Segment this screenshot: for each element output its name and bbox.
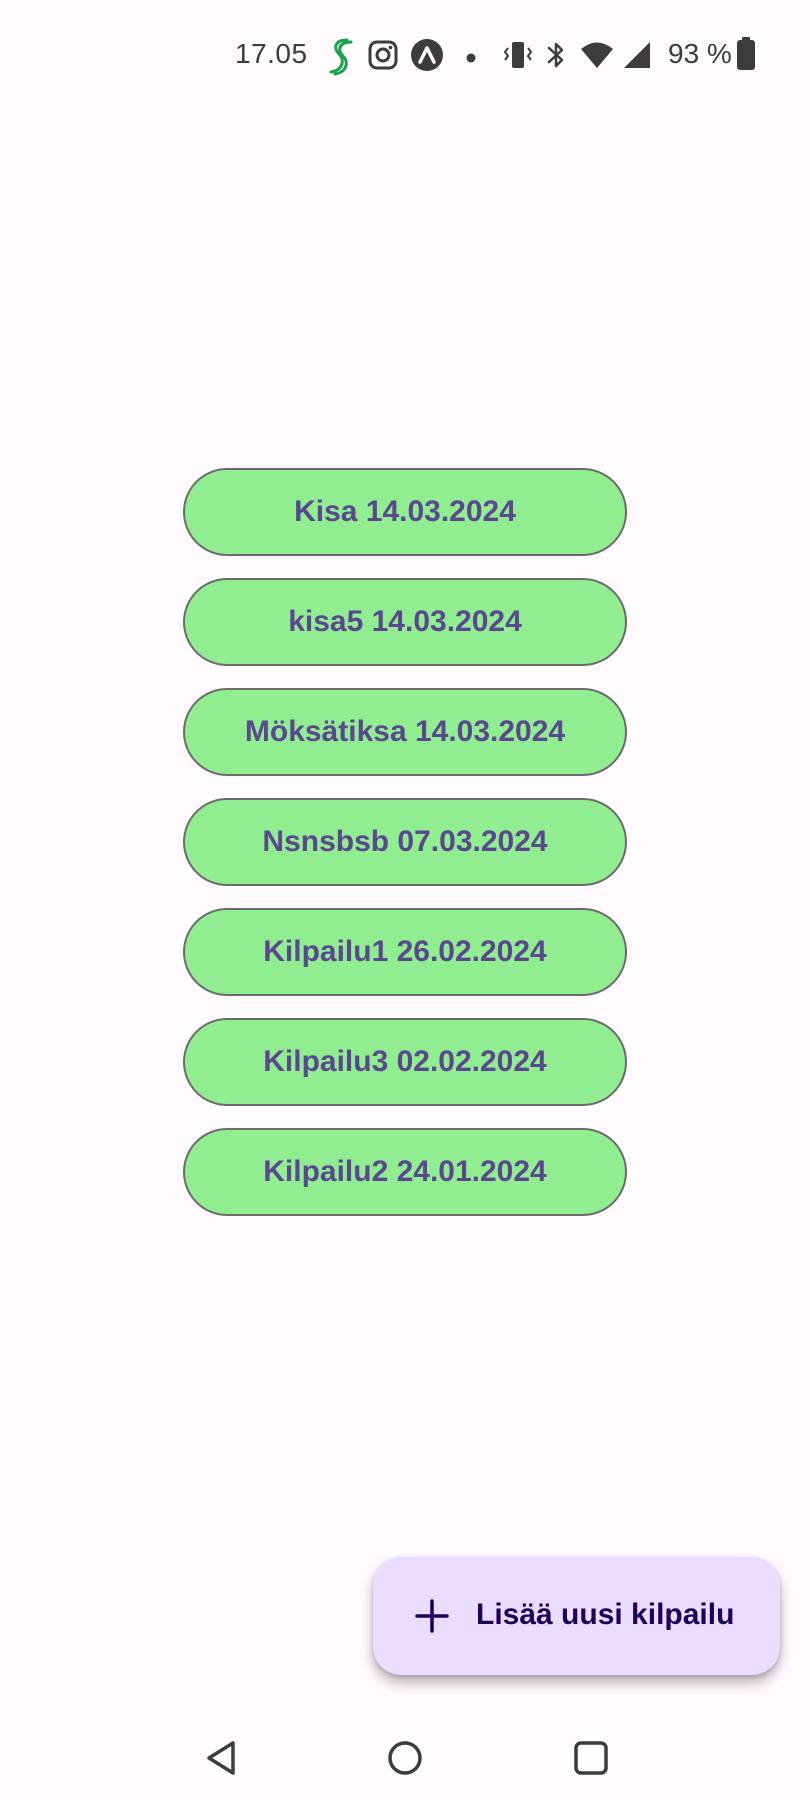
navigation-bar <box>0 1720 810 1800</box>
competition-button[interactable]: Nsnsbsb 07.03.2024 <box>183 798 627 886</box>
back-button[interactable] <box>191 1730 251 1790</box>
dot-icon <box>466 50 476 68</box>
status-time: 17.05 <box>235 38 308 69</box>
battery-icon <box>735 36 757 77</box>
status-bar: 17.05 93 % <box>0 30 810 80</box>
competition-button[interactable]: Kisa 14.03.2024 <box>183 468 627 556</box>
competition-button[interactable]: Kilpailu3 02.02.2024 <box>183 1018 627 1106</box>
add-competition-label: Lisää uusi kilpailu <box>476 1598 735 1631</box>
competition-button[interactable]: Kilpailu2 24.01.2024 <box>183 1128 627 1216</box>
plus-icon <box>415 1599 449 1633</box>
add-competition-button[interactable]: Lisää uusi kilpailu <box>373 1557 780 1675</box>
battery-percentage: 93 % <box>668 38 732 69</box>
instagram-icon <box>368 40 398 75</box>
wifi-icon <box>580 40 614 75</box>
s-app-icon <box>325 36 355 81</box>
signal-icon <box>622 40 652 75</box>
competition-list: Kisa 14.03.2024 kisa5 14.03.2024 Möksäti… <box>183 468 627 1238</box>
arrow-app-icon <box>410 38 444 77</box>
recents-icon <box>571 1738 611 1783</box>
competition-button[interactable]: Möksätiksa 14.03.2024 <box>183 688 627 776</box>
vibrate-icon <box>503 40 533 75</box>
recents-button[interactable] <box>561 1730 621 1790</box>
home-icon <box>385 1738 425 1783</box>
back-icon <box>201 1738 241 1783</box>
bluetooth-icon <box>545 40 567 75</box>
competition-button[interactable]: kisa5 14.03.2024 <box>183 578 627 666</box>
home-button[interactable] <box>375 1730 435 1790</box>
competition-button[interactable]: Kilpailu1 26.02.2024 <box>183 908 627 996</box>
